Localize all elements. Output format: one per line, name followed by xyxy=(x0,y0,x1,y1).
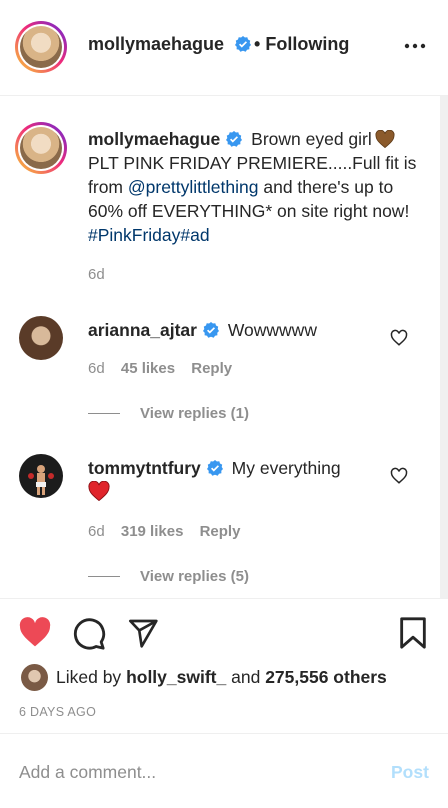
caption-username[interactable]: mollymaehague xyxy=(88,129,220,149)
scrollbar[interactable] xyxy=(440,96,448,598)
comment-timestamp[interactable]: 6d xyxy=(88,360,105,377)
following-button[interactable]: • Following xyxy=(254,34,349,55)
comment-divider xyxy=(0,733,448,734)
caption-avatar[interactable] xyxy=(15,122,67,174)
like-comment-icon[interactable] xyxy=(390,467,408,485)
hashtag-link[interactable]: #ad xyxy=(180,225,209,245)
author-avatar[interactable] xyxy=(15,21,67,73)
view-replies-button[interactable]: View replies (5) xyxy=(140,568,249,585)
comment-timestamp[interactable]: 6d xyxy=(88,523,105,540)
commenter-avatar[interactable] xyxy=(19,316,63,360)
verified-badge-icon xyxy=(206,460,223,476)
reply-button[interactable]: Reply xyxy=(200,523,241,540)
post-header: mollymaehague • Following xyxy=(0,0,448,96)
comment-text: Wowwwww xyxy=(227,320,317,340)
brown-heart-icon xyxy=(375,129,395,149)
verified-badge-icon xyxy=(202,322,219,338)
likes-count[interactable]: 275,556 others xyxy=(265,667,387,687)
hashtag-link[interactable]: #PinkFriday xyxy=(88,225,180,245)
bookmark-icon[interactable] xyxy=(398,616,428,650)
liked-by-prefix: Liked by xyxy=(56,667,122,687)
caption-intro: Brown eyed girl xyxy=(251,129,372,149)
more-horizontal-icon[interactable] xyxy=(404,42,426,50)
reply-button[interactable]: Reply xyxy=(191,360,232,377)
verified-badge-icon xyxy=(235,36,252,52)
comment-meta: 6d 45 likes Reply xyxy=(88,360,232,377)
commenter-avatar[interactable] xyxy=(19,454,63,498)
comment-text: My everything xyxy=(231,458,341,478)
comment: arianna_ajtar Wowwwww xyxy=(88,318,388,342)
add-comment-input[interactable]: Add a comment... xyxy=(19,762,156,783)
section-divider xyxy=(0,598,448,599)
mention-link[interactable]: @prettylittlething xyxy=(128,177,259,197)
liked-by-and: and xyxy=(231,667,261,687)
comment-likes[interactable]: 45 likes xyxy=(121,360,175,377)
red-heart-icon xyxy=(88,481,110,501)
caption-timestamp[interactable]: 6d xyxy=(88,266,105,283)
heart-filled-icon[interactable] xyxy=(18,617,52,647)
following-label: Following xyxy=(265,34,350,54)
caption-text: mollymaehague Brown eyed girl PLT PINK F… xyxy=(88,127,423,247)
boxer-image xyxy=(28,465,54,495)
verified-badge-icon xyxy=(226,131,243,147)
post-date[interactable]: 6 DAYS AGO xyxy=(19,705,96,719)
comment-likes[interactable]: 319 likes xyxy=(121,523,184,540)
comment-meta: 6d 319 likes Reply xyxy=(88,523,240,540)
view-replies-button[interactable]: View replies (1) xyxy=(140,405,249,422)
comment-username[interactable]: arianna_ajtar xyxy=(88,320,197,340)
author-username[interactable]: mollymaehague xyxy=(88,34,224,54)
comment: tommytntfury My everything xyxy=(88,456,388,480)
comment-icon[interactable] xyxy=(72,617,106,651)
liked-by-text: Liked by holly_swift_ and 275,556 others xyxy=(56,667,387,688)
liker-username[interactable]: holly_swift_ xyxy=(126,667,226,687)
like-comment-icon[interactable] xyxy=(390,329,408,347)
replies-divider xyxy=(88,413,120,414)
bullet-separator: • xyxy=(254,34,261,54)
comment-username[interactable]: tommytntfury xyxy=(88,458,201,478)
send-icon[interactable] xyxy=(126,617,160,649)
replies-divider xyxy=(88,576,120,577)
post-button[interactable]: Post xyxy=(391,762,429,783)
liker-avatar[interactable] xyxy=(21,664,48,691)
